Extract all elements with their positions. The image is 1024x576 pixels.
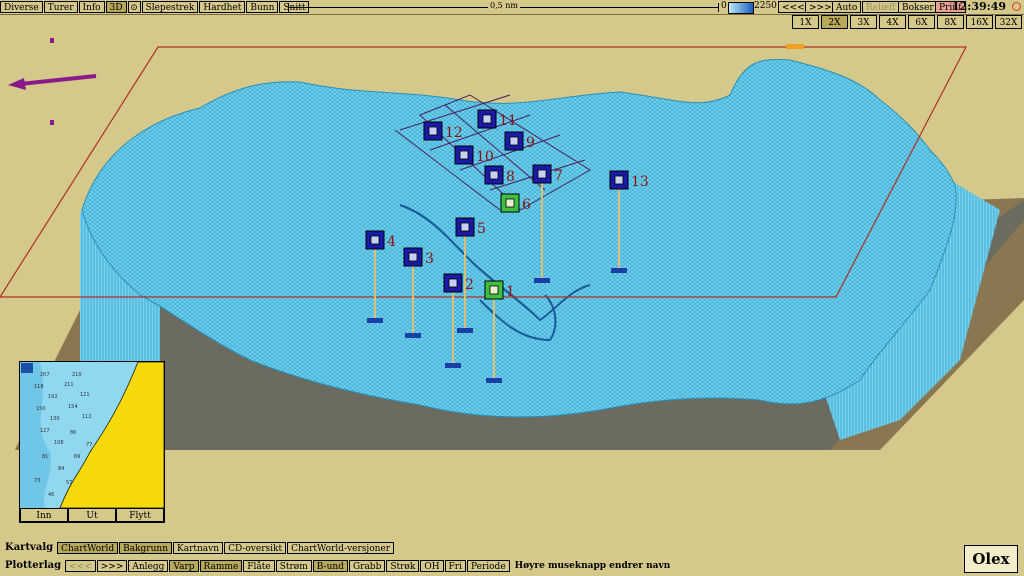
depth-sounding: 86 xyxy=(70,430,76,436)
zoom-32x[interactable]: 32X xyxy=(995,15,1022,29)
layer-periode[interactable]: Periode xyxy=(466,559,510,572)
depth-sounding: 154 xyxy=(68,404,78,410)
north-arrow-icon xyxy=(8,38,97,125)
depth-sounding: 130 xyxy=(50,416,60,422)
clock: 12:39:49 xyxy=(951,0,1006,13)
depth-sounding: 207 xyxy=(40,372,50,378)
kart-bakgrunn[interactable]: Bakgrunn xyxy=(119,541,172,554)
kart-chartworld-versjoner[interactable]: ChartWorld-versjoner xyxy=(287,541,395,554)
zoom-2x[interactable]: 2X xyxy=(821,15,848,29)
zoom-4x[interactable]: 4X xyxy=(879,15,906,29)
marker-label: 1 xyxy=(506,284,515,300)
marker-label: 6 xyxy=(522,197,531,213)
depth-sounding: 127 xyxy=(40,428,50,434)
marker-label: 4 xyxy=(387,234,396,250)
marker-label: 7 xyxy=(554,168,563,184)
marker-label: 3 xyxy=(425,251,434,267)
marker-label: 8 xyxy=(506,169,515,185)
zoom-8x[interactable]: 8X xyxy=(937,15,964,29)
sun-icon[interactable] xyxy=(1012,2,1021,11)
marker-label: 12 xyxy=(445,125,463,141)
orange-marker xyxy=(786,44,804,49)
menu-bunn[interactable]: Bunn xyxy=(246,1,279,13)
target-icon[interactable]: ⊙ xyxy=(127,1,141,13)
marker-label: 13 xyxy=(631,174,649,190)
zoom-16x[interactable]: 16X xyxy=(966,15,993,29)
depth-sounding: 210 xyxy=(72,372,82,378)
plotterlag-next[interactable]: >>> xyxy=(96,559,128,572)
zoom-6x[interactable]: 6X xyxy=(908,15,935,29)
marker-9[interactable]: 9 xyxy=(504,131,535,151)
layer-varp[interactable]: Varp xyxy=(169,559,199,572)
layer-grabb[interactable]: Grabb xyxy=(348,559,386,572)
depth-sounding: 112 xyxy=(82,414,92,420)
plotterlag-row: Plotterlag <<< >>> Anlegg Varp Ramme Flå… xyxy=(0,558,670,573)
layer-b-und[interactable]: B-und xyxy=(312,559,348,572)
menu-info[interactable]: Info xyxy=(78,1,105,13)
depth-min-label: 0 xyxy=(721,1,727,11)
depth-sounding: 77 xyxy=(86,442,92,448)
marker-8[interactable]: 8 xyxy=(484,165,515,185)
zoom-in-button[interactable]: Inn xyxy=(20,508,68,522)
kartvalg-label: Kartvalg xyxy=(5,542,54,553)
menu-slepestrek[interactable]: Slepestrek xyxy=(141,1,199,13)
hint-text: Høyre museknapp endrer navn xyxy=(514,560,671,571)
marker-label: 11 xyxy=(499,113,517,129)
kartvalg-row: Kartvalg ChartWorld Bakgrunn Kartnavn CD… xyxy=(0,540,395,555)
layer-ramme[interactable]: Ramme xyxy=(199,559,243,572)
layer-oh[interactable]: OH xyxy=(420,559,444,572)
depth-sounding: 57 xyxy=(66,480,72,486)
layer-fri[interactable]: Fri xyxy=(444,559,466,572)
move-button[interactable]: Flytt xyxy=(116,508,164,522)
marker-6[interactable]: 6 xyxy=(500,193,531,213)
menu-turer[interactable]: Turer xyxy=(43,1,78,13)
plotterlag-label: Plotterlag xyxy=(5,560,62,571)
depth-gradient xyxy=(728,2,754,14)
kart-cd-oversikt[interactable]: CD-oversikt xyxy=(224,541,287,554)
overview-map[interactable]: 207 210 118 211 192 121 150 154 130 112 127 86 108 77… xyxy=(19,361,165,523)
depth-sounding: 73 xyxy=(34,478,40,484)
depth-sounding: 69 xyxy=(74,454,80,460)
olex-logo: Olex xyxy=(964,545,1018,573)
layer-strok[interactable]: Strøk xyxy=(386,559,420,572)
depth-sounding: 211 xyxy=(64,382,74,388)
depth-sounding: 46 xyxy=(48,492,54,498)
depth-sounding: 150 xyxy=(36,406,46,412)
plotterlag-prev[interactable]: <<< xyxy=(65,559,96,572)
zoom-3x[interactable]: 3X xyxy=(850,15,877,29)
layer-flate[interactable]: Flåte xyxy=(243,559,275,572)
marker-label: 9 xyxy=(526,135,535,151)
zoom-bar: 1X 2X 3X 4X 6X 8X 16X 32X xyxy=(790,15,1022,29)
menu-hardhet[interactable]: Hardhet xyxy=(199,1,246,13)
zoom-1x[interactable]: 1X xyxy=(792,15,819,29)
depth-sounding: 84 xyxy=(58,466,64,472)
menu-3d[interactable]: 3D xyxy=(105,1,127,13)
depth-sounding: 192 xyxy=(48,394,58,400)
scale-label: 0,5 nm xyxy=(488,1,521,10)
menu-diverse[interactable]: Diverse xyxy=(0,1,43,13)
relieff-button[interactable]: Relieff xyxy=(862,1,900,13)
depth-sounding: 108 xyxy=(54,440,64,446)
kart-chartworld[interactable]: ChartWorld xyxy=(57,541,119,554)
depth-sounding: 81 xyxy=(42,454,48,460)
marker-label: 5 xyxy=(477,221,486,237)
depth-max-label: 2250 xyxy=(754,1,777,11)
depth-sounding: 121 xyxy=(80,392,90,398)
layer-anlegg[interactable]: Anlegg xyxy=(128,559,169,572)
auto-button[interactable]: Auto xyxy=(832,1,862,13)
scale-bar: 0,5 nm xyxy=(288,1,722,12)
kart-kartnavn[interactable]: Kartnavn xyxy=(173,541,224,554)
zoom-out-button[interactable]: Ut xyxy=(68,508,116,522)
overview-map-controls: Inn Ut Flytt xyxy=(20,508,164,522)
overview-map-canvas[interactable]: 207 210 118 211 192 121 150 154 130 112 127 86 108 77… xyxy=(20,361,165,509)
layer-strom[interactable]: Strøm xyxy=(275,559,312,572)
bokser-button[interactable]: Bokser xyxy=(898,1,938,13)
marker-label: 2 xyxy=(465,277,474,293)
depth-sounding: 118 xyxy=(34,384,44,390)
marker-label: 10 xyxy=(476,149,494,165)
